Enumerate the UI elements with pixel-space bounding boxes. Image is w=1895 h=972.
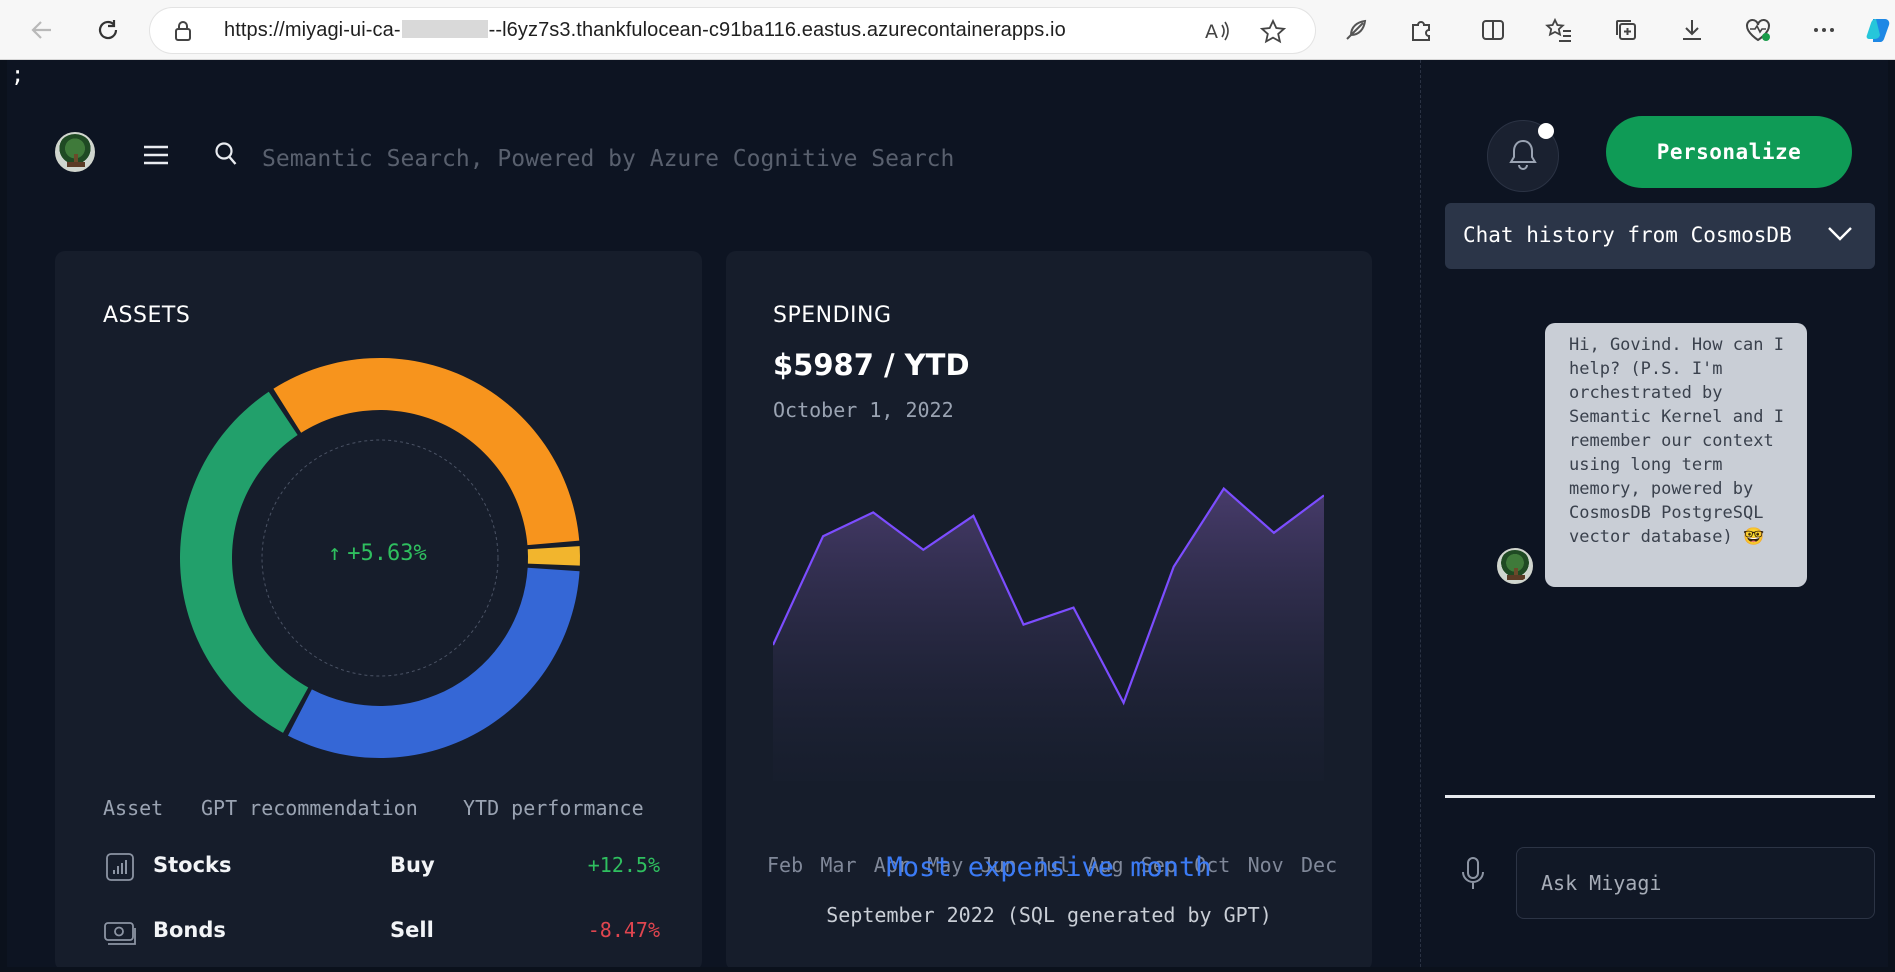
assets-change: ↑ +5.63% — [328, 541, 427, 566]
stocks-chart-icon — [105, 852, 135, 886]
chat-history-label: Chat history from CosmosDB — [1463, 223, 1792, 247]
microphone-icon[interactable] — [1459, 856, 1487, 896]
spending-amount: $5987 / YTD — [773, 348, 970, 382]
redacted-url-segment — [401, 20, 488, 38]
most-expensive-value: September 2022 (SQL generated by GPT) — [826, 903, 1272, 927]
lock-icon[interactable] — [174, 20, 192, 46]
more-options-icon[interactable] — [1806, 12, 1842, 48]
download-icon[interactable] — [1674, 12, 1710, 48]
spending-card: SPENDING $5987 / YTD October 1, 2022 Feb… — [726, 251, 1372, 967]
assets-title: ASSETS — [103, 303, 191, 328]
most-expensive-label: Most expensive month — [886, 852, 1212, 883]
spending-area-fill — [773, 488, 1324, 781]
bell-icon — [1507, 137, 1539, 175]
copilot-icon[interactable] — [1862, 12, 1895, 48]
refresh-icon[interactable] — [90, 12, 126, 48]
spending-area-chart — [773, 486, 1324, 781]
chevron-down-icon — [1827, 223, 1853, 247]
collections-icon[interactable] — [1608, 12, 1644, 48]
extensions-puzzle-icon[interactable] — [1403, 12, 1439, 48]
search-icon[interactable] — [214, 141, 238, 171]
donut-segment-blue[interactable] — [274, 532, 585, 763]
notifications-button[interactable] — [1487, 120, 1559, 192]
browser-essentials-heart-icon[interactable] — [1740, 12, 1776, 48]
favorite-star-icon[interactable] — [1259, 18, 1287, 49]
personalize-button[interactable]: Personalize — [1606, 116, 1852, 188]
back-arrow-icon[interactable] — [24, 12, 60, 48]
asset-name: Bonds — [153, 918, 226, 942]
split-screen-icon[interactable] — [1475, 12, 1511, 48]
spending-date: October 1, 2022 — [773, 398, 954, 422]
feather-extension-icon[interactable] — [1338, 12, 1374, 48]
asset-name: Stocks — [153, 853, 232, 877]
stray-semicolon: ; — [11, 63, 25, 88]
asset-recommendation: Sell — [390, 918, 434, 942]
asset-recommendation: Buy — [390, 853, 435, 877]
miyagi-app: ; ASSETS ↑+5.63% Asset GPT recommendatio… — [7, 60, 1888, 967]
ask-miyagi-input[interactable] — [1516, 847, 1875, 919]
browser-toolbar: https://miyagi-ui-ca- --l6yz7s3.thankfulo… — [0, 0, 1895, 60]
address-bar[interactable]: https://miyagi-ui-ca- --l6yz7s3.thankfulo… — [150, 8, 1315, 53]
favorites-list-icon[interactable] — [1541, 12, 1577, 48]
notification-dot — [1538, 123, 1554, 139]
bot-avatar — [1497, 548, 1533, 584]
panel-divider — [1420, 60, 1421, 967]
assets-change-value: +5.63% — [347, 541, 427, 566]
bonds-cash-icon — [103, 919, 137, 951]
semantic-search-input[interactable] — [262, 140, 1062, 178]
url-text[interactable]: https://miyagi-ui-ca- --l6yz7s3.thankfulo… — [224, 19, 1066, 42]
asset-performance: -8.47% — [587, 918, 660, 942]
up-arrow-icon: ↑ — [328, 541, 342, 566]
donut-segment-green[interactable] — [175, 391, 429, 745]
col-ytd-performance: YTD performance — [463, 796, 644, 820]
chat-history-dropdown[interactable]: Chat history from CosmosDB — [1445, 203, 1875, 269]
asset-performance: +12.5% — [587, 853, 660, 877]
col-gpt-recommendation: GPT recommendation — [201, 796, 418, 820]
chat-separator — [1445, 795, 1875, 798]
hamburger-menu-icon[interactable] — [143, 144, 169, 170]
read-aloud-icon[interactable]: A — [1205, 19, 1231, 47]
spending-title: SPENDING — [773, 303, 892, 328]
user-avatar[interactable] — [55, 132, 95, 172]
col-asset: Asset — [103, 796, 164, 820]
svg-text:A: A — [1205, 21, 1218, 43]
bot-message-bubble: Hi, Govind. How can I help? (P.S. I'm or… — [1545, 323, 1807, 587]
